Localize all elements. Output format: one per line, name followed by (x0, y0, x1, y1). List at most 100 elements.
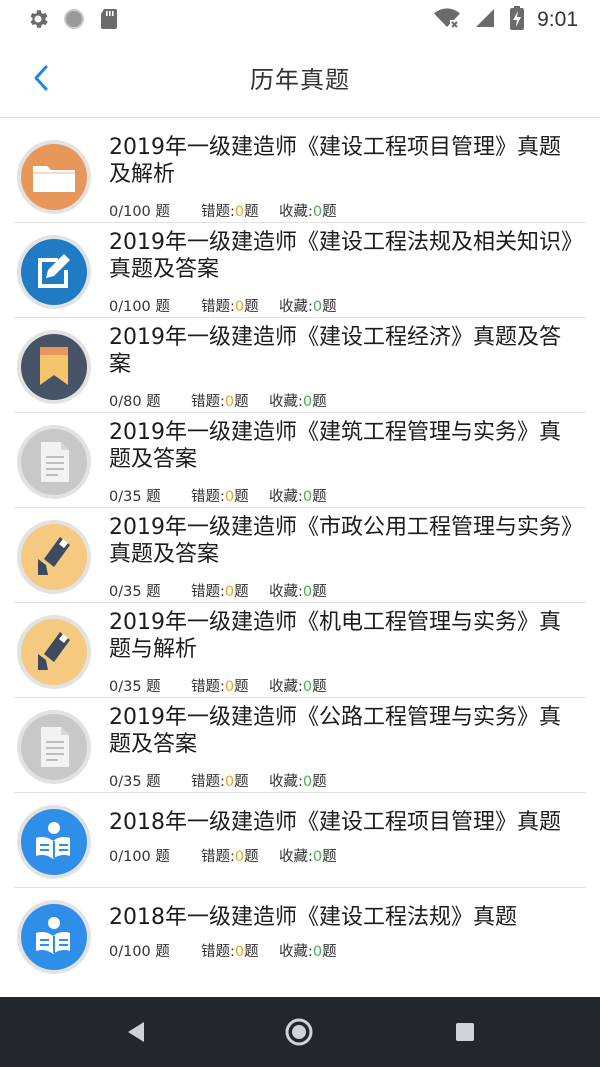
fav-count: 收藏:0题 (279, 940, 337, 961)
list-item[interactable]: 2018年一级建造师《建设工程法规》真题 0/100 题 错题:0题 收藏:0题 (14, 888, 586, 983)
item-stats: 0/35 题 错题:0题 收藏:0题 (109, 580, 327, 601)
wrong-value: 0 (224, 584, 235, 600)
item-stats: 0/80 题 错题:0题 收藏:0题 (109, 390, 327, 411)
list-item[interactable]: 2019年一级建造师《建设工程项目管理》真题及解析 0/100 题 错题:0题 … (14, 128, 586, 223)
circle-icon (62, 7, 86, 35)
wrong-count: 错题:0题 (191, 770, 269, 791)
item-stats: 0/100 题 错题:0题 收藏:0题 (109, 940, 337, 961)
wrong-count: 错题:0题 (201, 200, 279, 221)
wrong-value: 0 (224, 774, 235, 790)
nav-home-button[interactable] (282, 1015, 316, 1049)
battery-charging-icon (509, 5, 525, 35)
wrong-label: 错题: (201, 204, 235, 220)
wrong-label: 错题: (191, 679, 225, 695)
pencil-check-icon (16, 519, 92, 595)
fav-label: 收藏: (279, 204, 313, 220)
fav-count: 收藏:0题 (269, 580, 327, 601)
reader-icon (16, 899, 92, 975)
wrong-unit: 题 (234, 394, 249, 410)
wrong-unit: 题 (234, 774, 249, 790)
fav-unit: 题 (312, 394, 327, 410)
fav-unit: 题 (322, 849, 337, 865)
fav-unit: 题 (322, 204, 337, 220)
back-triangle-icon (120, 1022, 154, 1053)
list-item[interactable]: 2019年一级建造师《建设工程法规及相关知识》真题及答案 0/100 题 错题:… (14, 223, 586, 318)
wrong-label: 错题: (201, 849, 235, 865)
item-title: 2019年一级建造师《建设工程经济》真题及答案 (109, 325, 561, 377)
total-count: 0/35 题 (109, 774, 161, 790)
wrong-value: 0 (234, 944, 245, 960)
fav-value: 0 (312, 204, 323, 220)
wrong-unit: 题 (234, 584, 249, 600)
fav-value: 0 (312, 944, 323, 960)
fav-count: 收藏:0题 (279, 295, 337, 316)
fav-unit: 题 (312, 489, 327, 505)
nav-back-button[interactable] (120, 1015, 154, 1049)
fav-unit: 题 (322, 299, 337, 315)
total-count: 0/35 题 (109, 679, 161, 695)
recents-square-icon (448, 1023, 482, 1053)
wrong-label: 错题: (191, 584, 225, 600)
list-item[interactable]: 2018年一级建造师《建设工程项目管理》真题 0/100 题 错题:0题 收藏:… (14, 793, 586, 888)
fav-value: 0 (312, 299, 323, 315)
wrong-label: 错题: (191, 774, 225, 790)
wrong-value: 0 (234, 299, 245, 315)
item-title: 2019年一级建造师《机电工程管理与实务》真题与解析 (109, 610, 561, 662)
edit-icon (16, 234, 92, 310)
item-title: 2019年一级建造师《建设工程法规及相关知识》真题及答案 (109, 230, 572, 282)
list-item[interactable]: 2019年一级建造师《公路工程管理与实务》真题及答案 0/35 题 错题:0题 … (14, 698, 586, 793)
total-count: 0/35 题 (109, 489, 161, 505)
fav-value: 0 (302, 679, 313, 695)
nav-recents-button[interactable] (448, 1015, 482, 1049)
fav-unit: 题 (322, 944, 337, 960)
bookmark-icon (16, 329, 92, 405)
item-stats: 0/100 题 错题:0题 收藏:0题 (109, 200, 337, 221)
list-item[interactable]: 2019年一级建造师《机电工程管理与实务》真题与解析 0/35 题 错题:0题 … (14, 603, 586, 698)
item-stats: 0/35 题 错题:0题 收藏:0题 (109, 770, 327, 791)
wifi-icon (433, 6, 461, 34)
page-title: 历年真题 (250, 66, 350, 94)
status-right-icons: 9:01 (433, 5, 578, 35)
wrong-label: 错题: (191, 394, 225, 410)
fav-value: 0 (302, 394, 313, 410)
home-circle-icon (282, 1018, 316, 1053)
status-bar: 9:01 (0, 0, 600, 38)
header: 历年真题 (0, 38, 600, 118)
item-title: 2018年一级建造师《建设工程法规》真题 (109, 905, 517, 930)
item-title: 2019年一级建造师《建筑工程管理与实务》真题及答案 (109, 420, 561, 472)
fav-label: 收藏: (269, 584, 303, 600)
fav-value: 0 (302, 584, 313, 600)
fav-count: 收藏:0题 (269, 390, 327, 411)
wrong-value: 0 (224, 394, 235, 410)
gear-icon (26, 7, 50, 35)
fav-value: 0 (312, 849, 323, 865)
fav-label: 收藏: (269, 774, 303, 790)
wrong-count: 错题:0题 (191, 580, 269, 601)
wrong-value: 0 (224, 679, 235, 695)
item-stats: 0/35 题 错题:0题 收藏:0题 (109, 675, 327, 696)
wrong-value: 0 (224, 489, 235, 505)
fav-count: 收藏:0题 (269, 770, 327, 791)
list-item[interactable]: 2019年一级建造师《建筑工程管理与实务》真题及答案 0/35 题 错题:0题 … (14, 413, 586, 508)
total-count: 0/100 题 (109, 849, 170, 865)
document-icon (16, 709, 92, 785)
list-item[interactable]: 2019年一级建造师《建设工程经济》真题及答案 0/80 题 错题:0题 收藏:… (14, 318, 586, 413)
list-item[interactable]: 2019年一级建造师《市政公用工程管理与实务》真题及答案 0/35 题 错题:0… (14, 508, 586, 603)
fav-label: 收藏: (269, 394, 303, 410)
total-count: 0/100 题 (109, 204, 170, 220)
fav-value: 0 (302, 774, 313, 790)
item-title: 2019年一级建造师《市政公用工程管理与实务》真题及答案 (109, 515, 572, 567)
wrong-unit: 题 (234, 679, 249, 695)
fav-count: 收藏:0题 (269, 675, 327, 696)
fav-label: 收藏: (279, 849, 313, 865)
signal-icon (473, 6, 497, 34)
status-time: 9:01 (537, 8, 578, 31)
wrong-unit: 题 (244, 849, 259, 865)
total-count: 0/100 题 (109, 299, 170, 315)
item-stats: 0/100 题 错题:0题 收藏:0题 (109, 295, 337, 316)
total-count: 0/100 题 (109, 944, 170, 960)
wrong-value: 0 (234, 849, 245, 865)
fav-unit: 题 (312, 584, 327, 600)
fav-count: 收藏:0题 (269, 485, 327, 506)
wrong-count: 错题:0题 (191, 485, 269, 506)
